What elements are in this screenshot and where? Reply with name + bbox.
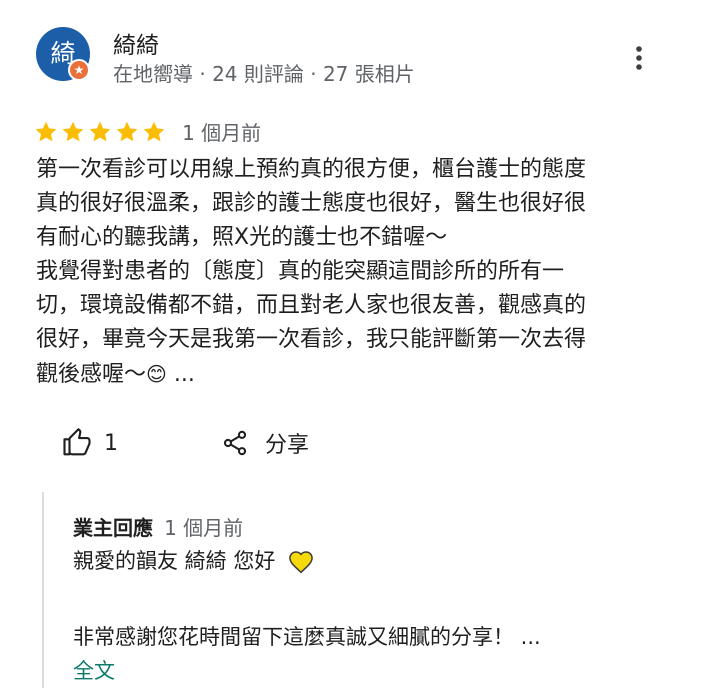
star-rating <box>34 120 169 144</box>
badge-star-glyph: ★ <box>73 63 85 77</box>
thumbs-up-icon <box>63 428 91 456</box>
reviewer-name[interactable]: 綺綺 <box>113 26 159 60</box>
more-vert-icon <box>636 46 642 70</box>
more-options-button[interactable] <box>624 40 654 76</box>
owner-reply-greeting-text: 親愛的韻友 綺綺 您好 <box>73 549 276 573</box>
owner-reply-divider <box>42 492 44 688</box>
owner-reply-header: 業主回應 1 個月前 <box>73 512 243 541</box>
star-icon <box>116 121 138 141</box>
owner-reply-text: 非常感謝您花時間留下這麼真誠又細膩的分享！ ... <box>73 625 541 649</box>
rating-row: 1 個月前 <box>34 117 262 145</box>
share-button[interactable]: 分享 <box>221 423 309 463</box>
review-ellipsis[interactable]: ... <box>167 362 195 387</box>
owner-reply-label: 業主回應 <box>73 516 153 540</box>
read-full-reply-link[interactable]: 全文 <box>73 655 115 685</box>
owner-reply-greeting: 親愛的韻友 綺綺 您好 <box>73 545 314 575</box>
smile-emoji-icon: 😊 <box>146 362 167 386</box>
review-text: 第一次看診可以用線上預約真的很方便，櫃台護士的態度 真的很好很溫柔，跟診的護士態… <box>36 153 676 392</box>
star-icon <box>143 121 165 141</box>
like-button[interactable]: 1 <box>62 423 118 463</box>
owner-reply-time: 1 個月前 <box>164 516 244 540</box>
share-label: 分享 <box>265 433 310 458</box>
review-time: 1 個月前 <box>182 121 262 145</box>
review-body: 第一次看診可以用線上預約真的很方便，櫃台護士的態度 真的很好很溫柔，跟診的護士態… <box>36 157 587 387</box>
share-icon <box>223 430 247 456</box>
reviewer-meta[interactable]: 在地嚮導 · 24 則評論 · 27 張相片 <box>113 58 415 87</box>
star-icon <box>35 121 57 141</box>
like-count: 1 <box>104 430 118 456</box>
yellow-heart-icon <box>289 551 313 574</box>
star-icon <box>89 121 111 141</box>
star-icon <box>62 121 84 141</box>
local-guide-badge-icon: ★ <box>68 59 90 81</box>
